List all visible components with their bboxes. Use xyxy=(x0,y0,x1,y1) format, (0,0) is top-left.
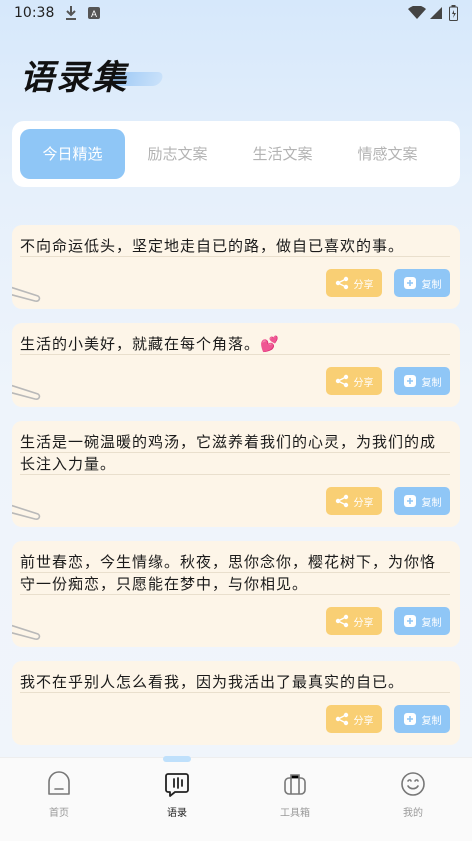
share-icon xyxy=(335,712,348,726)
bottom-nav: 首页 语录 工具箱 我的 xyxy=(0,756,472,841)
smile-icon xyxy=(401,772,425,796)
copy-label: 复制 xyxy=(421,279,442,291)
paperclip-icon xyxy=(12,286,41,302)
tab-today-picks[interactable]: 今日精选 xyxy=(20,129,125,179)
share-label: 分享 xyxy=(353,279,374,291)
quote-actions: 分享 复制 xyxy=(20,487,450,527)
share-icon xyxy=(335,494,348,508)
share-button[interactable]: 分享 xyxy=(326,607,382,635)
copy-button[interactable]: 复制 xyxy=(394,269,450,297)
wifi-icon xyxy=(408,5,426,24)
nav-home-label: 首页 xyxy=(49,808,69,819)
paperclip-icon xyxy=(12,504,41,520)
download-icon xyxy=(64,5,78,25)
copy-button[interactable]: 复制 xyxy=(394,367,450,395)
copy-icon xyxy=(403,615,416,627)
share-button[interactable]: 分享 xyxy=(326,705,382,733)
tab-emotion[interactable]: 情感文案 xyxy=(335,129,440,179)
quote-text: 我不在乎别人怎么看我，因为我活出了最真实的自已。 xyxy=(20,671,450,693)
share-icon xyxy=(335,276,348,290)
quote-actions: 分享 复制 xyxy=(20,607,450,647)
share-label: 分享 xyxy=(353,715,374,727)
quote-icon xyxy=(165,773,189,797)
quote-card: 不向命运低头，坚定地走自已的路，做自已喜欢的事。 分享 复制 xyxy=(12,225,460,309)
page-title-wrap: 语录集 xyxy=(20,50,165,99)
nav-profile-label: 我的 xyxy=(403,808,423,819)
copy-button[interactable]: 复制 xyxy=(394,607,450,635)
quote-actions: 分享 复制 xyxy=(20,367,450,407)
tab-life[interactable]: 生活文案 xyxy=(230,129,335,179)
share-label: 分享 xyxy=(353,497,374,509)
battery-icon xyxy=(449,5,458,25)
notification-a-icon: A xyxy=(87,5,101,24)
share-icon xyxy=(335,614,348,628)
quote-list[interactable]: 不向命运低头，坚定地走自已的路，做自已喜欢的事。 分享 复制 生活的小美好，就藏… xyxy=(12,225,460,755)
quote-card: 我不在乎别人怎么看我，因为我活出了最真实的自已。 分享 复制 xyxy=(12,661,460,745)
home-icon xyxy=(48,771,70,795)
share-button[interactable]: 分享 xyxy=(326,487,382,515)
nav-toolbox-label: 工具箱 xyxy=(280,808,310,819)
nav-profile[interactable]: 我的 xyxy=(354,758,472,841)
svg-text:A: A xyxy=(91,9,97,19)
copy-icon xyxy=(403,375,416,387)
copy-label: 复制 xyxy=(421,715,442,727)
paperclip-icon xyxy=(12,624,41,640)
paperclip-icon xyxy=(12,384,41,400)
quote-actions: 分享 复制 xyxy=(20,269,450,309)
quote-text: 生活是一碗温暖的鸡汤，它滋养着我们的心灵，为我们的成长注入力量。 xyxy=(20,431,450,475)
quote-text: 不向命运低头，坚定地走自已的路，做自已喜欢的事。 xyxy=(20,235,450,257)
category-tabs: 今日精选 励志文案 生活文案 情感文案 xyxy=(12,121,460,187)
quote-actions: 分享 复制 xyxy=(20,705,450,745)
quote-card: 前世春恋，今生情缘。秋夜，思你念你，樱花树下，为你恪守一份痴恋，只愿能在梦中，与… xyxy=(12,541,460,647)
copy-icon xyxy=(403,495,416,507)
page-title: 语录集 xyxy=(20,58,128,98)
share-label: 分享 xyxy=(353,617,374,629)
share-button[interactable]: 分享 xyxy=(326,367,382,395)
nav-quotes-label: 语录 xyxy=(167,808,187,819)
share-icon xyxy=(335,374,348,388)
copy-label: 复制 xyxy=(421,377,442,389)
status-time: 10:38 xyxy=(14,5,55,21)
signal-icon xyxy=(429,5,443,24)
tab-motivational[interactable]: 励志文案 xyxy=(125,129,230,179)
status-bar: 10:38 A xyxy=(0,0,472,26)
copy-icon xyxy=(403,277,416,289)
share-label: 分享 xyxy=(353,377,374,389)
copy-button[interactable]: 复制 xyxy=(394,705,450,733)
quote-text: 生活的小美好，就藏在每个角落。💕 xyxy=(20,333,450,355)
toolbox-icon xyxy=(284,774,306,795)
nav-quotes[interactable]: 语录 xyxy=(118,756,236,841)
copy-label: 复制 xyxy=(421,617,442,629)
nav-active-indicator xyxy=(163,756,191,762)
nav-home[interactable]: 首页 xyxy=(0,758,118,841)
nav-toolbox[interactable]: 工具箱 xyxy=(236,758,354,841)
copy-button[interactable]: 复制 xyxy=(394,487,450,515)
quote-card: 生活的小美好，就藏在每个角落。💕 分享 复制 xyxy=(12,323,460,407)
share-button[interactable]: 分享 xyxy=(326,269,382,297)
copy-label: 复制 xyxy=(421,497,442,509)
copy-icon xyxy=(403,713,416,725)
quote-card: 生活是一碗温暖的鸡汤，它滋养着我们的心灵，为我们的成长注入力量。 分享 复制 xyxy=(12,421,460,527)
quote-text: 前世春恋，今生情缘。秋夜，思你念你，樱花树下，为你恪守一份痴恋，只愿能在梦中，与… xyxy=(20,551,450,595)
